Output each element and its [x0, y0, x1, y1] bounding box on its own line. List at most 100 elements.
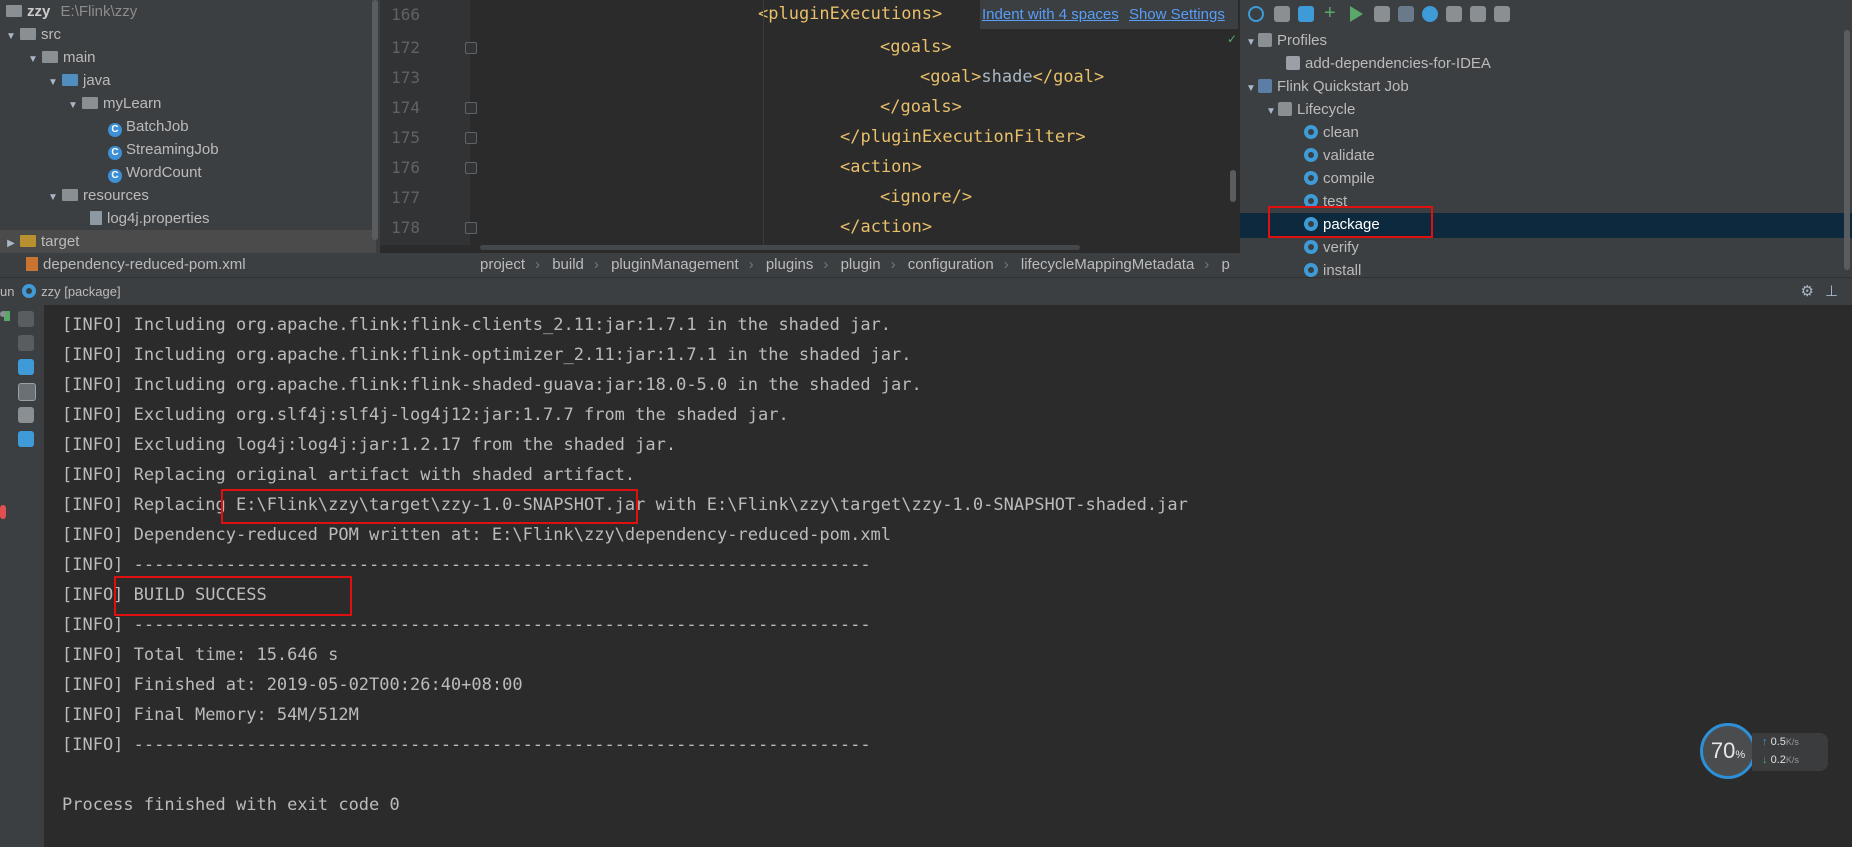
checkbox[interactable]	[1286, 56, 1300, 70]
expand-arrow-icon[interactable]: ▼	[1264, 100, 1278, 123]
tree-item-streamingjob[interactable]: C StreamingJob	[108, 138, 219, 161]
tree-item-label: StreamingJob	[126, 141, 219, 158]
gear-icon	[1304, 263, 1318, 277]
maven-phase-compile[interactable]: compile	[1304, 167, 1375, 190]
tree-item-src[interactable]: ▼ src	[4, 23, 61, 46]
breadcrumb-item[interactable]: plugin	[833, 253, 891, 277]
download-icon[interactable]	[1298, 6, 1314, 22]
breadcrumb-item[interactable]: lifecycleMappingMetadata	[1013, 253, 1204, 277]
resources-folder-icon	[62, 189, 78, 201]
editor-scrollbar[interactable]	[1230, 170, 1236, 202]
reimport-icon[interactable]	[1248, 6, 1264, 22]
run-console[interactable]: [INFO] Including org.apache.flink:flink-…	[44, 305, 1852, 847]
maven-scrollbar[interactable]	[1844, 30, 1850, 270]
tree-item-java[interactable]: ▼ java	[46, 69, 110, 94]
maven-settings-icon[interactable]	[1494, 6, 1510, 22]
tree-item-main[interactable]: ▼ main	[26, 46, 95, 71]
generate-sources-icon[interactable]	[1274, 6, 1290, 22]
run-tab-label[interactable]: zzy [package]	[41, 284, 121, 299]
maven-phase-clean[interactable]: clean	[1304, 121, 1359, 144]
source-folder-icon	[62, 74, 78, 86]
code-editor[interactable]: 166 <pluginExecutions> 172 <goals> 173 <…	[380, 0, 1240, 255]
run-icon[interactable]	[1350, 6, 1363, 22]
breadcrumb-item[interactable]: project	[380, 253, 535, 277]
breadcrumb-item[interactable]: build	[544, 253, 594, 277]
code-line: </goals>	[880, 97, 962, 117]
clear-all-icon[interactable]	[18, 431, 34, 447]
editor-gutter	[380, 0, 470, 245]
stop-icon[interactable]	[0, 311, 6, 317]
tree-item-target[interactable]: ▶ target	[0, 230, 376, 253]
tree-item-dependency-pom[interactable]: dependency-reduced-pom.xml	[26, 253, 246, 276]
tree-item-log4j[interactable]: log4j.properties	[90, 207, 210, 230]
scroll-down-icon[interactable]	[18, 335, 34, 351]
fold-marker-icon[interactable]	[465, 42, 477, 54]
maven-lifecycle-node[interactable]: ▼ Lifecycle	[1264, 98, 1355, 121]
soft-wrap-icon[interactable]	[18, 359, 34, 375]
show-settings-link[interactable]: Show Settings	[1129, 6, 1225, 23]
breadcrumb-item[interactable]: p	[1213, 253, 1239, 277]
fold-marker-icon[interactable]	[465, 132, 477, 144]
breadcrumb-item[interactable]: pluginManagement	[603, 253, 749, 277]
expand-arrow-icon[interactable]: ▼	[26, 48, 40, 71]
show-dependencies-icon[interactable]	[1446, 6, 1462, 22]
expand-arrow-icon[interactable]: ▼	[4, 25, 18, 48]
gear-icon	[1304, 240, 1318, 254]
maven-profile-item[interactable]: add-dependencies-for-IDEA	[1286, 52, 1491, 75]
cpu-gauge: 70%	[1700, 723, 1756, 779]
code-line: <goals>	[880, 37, 952, 57]
expand-arrow-icon[interactable]: ▼	[1244, 31, 1258, 54]
console-line: [INFO] Including org.apache.flink:flink-…	[62, 375, 922, 395]
console-line: [INFO] Finished at: 2019-05-02T00:26:40+…	[62, 675, 523, 695]
breadcrumb-item[interactable]: configuration	[900, 253, 1004, 277]
print-icon[interactable]	[18, 407, 34, 423]
network-monitor-widget[interactable]: 70% ↑ 0.5K/s ↓ 0.2K/s	[1700, 723, 1830, 779]
maven-phase-validate[interactable]: validate	[1304, 144, 1375, 167]
breadcrumb-item[interactable]: plugins	[758, 253, 824, 277]
editor-horizontal-scrollbar[interactable]	[480, 245, 1080, 250]
tree-item-resources[interactable]: ▼ resources	[46, 184, 149, 207]
tree-root[interactable]: zzy E:\Flink\zzy	[4, 0, 137, 23]
minimize-icon[interactable]: ⊥	[1825, 278, 1838, 306]
maven-phase-verify[interactable]: verify	[1304, 236, 1359, 259]
maven-project-icon	[1258, 79, 1272, 93]
tree-item-label: BatchJob	[126, 118, 189, 135]
tree-scrollbar[interactable]	[372, 0, 378, 240]
indent-with-4-spaces-link[interactable]: Indent with 4 spaces	[982, 6, 1119, 23]
execute-goal-icon[interactable]	[1374, 6, 1390, 22]
speed-unit: K/s	[1785, 755, 1799, 765]
code-line: <pluginExecutions>	[758, 4, 943, 24]
scroll-to-end-icon[interactable]	[18, 383, 36, 401]
tree-item-mylearn[interactable]: ▼ myLearn	[66, 92, 161, 115]
expand-arrow-icon[interactable]: ▼	[46, 71, 60, 94]
skip-tests-icon[interactable]	[1422, 6, 1438, 22]
expand-arrow-icon[interactable]: ▼	[46, 186, 60, 209]
expand-arrow-icon[interactable]: ▼	[66, 94, 80, 117]
gear-icon	[1304, 171, 1318, 185]
upload-speed: 0.5	[1770, 736, 1786, 748]
scroll-up-icon[interactable]	[18, 311, 34, 327]
gear-icon[interactable]: ⚙	[1801, 278, 1814, 306]
fold-marker-icon[interactable]	[465, 162, 477, 174]
collapse-all-icon[interactable]	[1470, 6, 1486, 22]
fold-marker-icon[interactable]	[465, 222, 477, 234]
maven-phase-install[interactable]: install	[1304, 259, 1361, 277]
maven-profiles-node[interactable]: ▼ Profiles	[1244, 29, 1327, 52]
collapse-arrow-icon[interactable]: ▶	[4, 232, 18, 255]
tree-item-wordcount[interactable]: C WordCount	[108, 161, 202, 184]
maven-project-node[interactable]: ▼ Flink Quickstart Job	[1244, 75, 1409, 98]
inspection-ok-icon: ✓	[1227, 32, 1238, 46]
line-number: 173	[391, 68, 420, 87]
expand-arrow-icon[interactable]: ▼	[1244, 77, 1258, 100]
toggle-offline-icon[interactable]	[1398, 6, 1414, 22]
download-speed: 0.2	[1770, 754, 1786, 766]
maven-phase-label: install	[1323, 262, 1362, 277]
add-icon[interactable]: +	[1324, 3, 1340, 23]
tree-item-batchjob[interactable]: C BatchJob	[108, 115, 189, 138]
line-number: 178	[391, 218, 420, 237]
close-icon[interactable]	[0, 505, 6, 519]
maven-node-label: Flink Quickstart Job	[1277, 78, 1409, 95]
class-icon: C	[108, 169, 122, 183]
highlight-box-package	[1268, 206, 1433, 238]
fold-marker-icon[interactable]	[465, 102, 477, 114]
